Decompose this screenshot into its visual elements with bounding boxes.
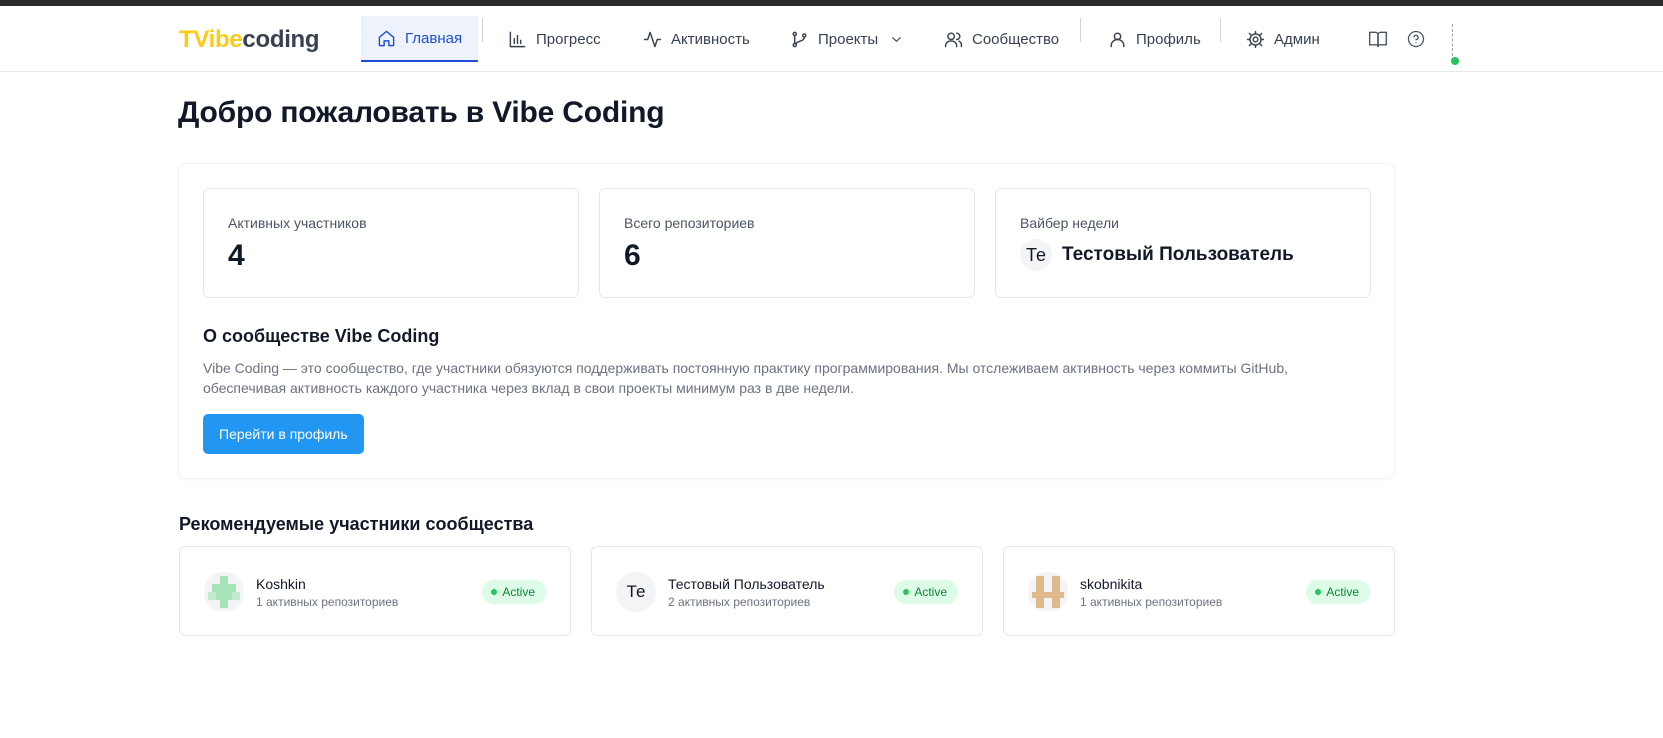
help-button[interactable] (1404, 27, 1428, 51)
chevron-down-icon (892, 36, 902, 42)
about-title: О сообществе Vibe Coding (203, 326, 440, 346)
nav-community[interactable]: Сообщество (928, 16, 1075, 62)
nav-community-label: Сообщество (972, 30, 1060, 48)
member-card[interactable]: Те Тестовый Пользователь 2 активных репо… (591, 546, 983, 636)
nav-profile-label: Профиль (1136, 30, 1201, 48)
member-name: Тестовый Пользователь (668, 576, 825, 592)
status-badge: Active (482, 580, 546, 604)
nav-projects-label: Проекты (818, 30, 879, 48)
status-badge: Active (894, 580, 958, 604)
nav-divider (1080, 18, 1081, 42)
page-title: Добро пожаловать в Vibe Coding (178, 96, 665, 129)
identicon-tan-icon (1028, 572, 1068, 612)
avatar (1028, 572, 1068, 612)
settings-icon (1246, 30, 1265, 48)
avatar (204, 572, 244, 612)
go-to-profile-button[interactable]: Перейти в профиль (203, 414, 364, 454)
stat-label: Активных участников (228, 215, 367, 231)
nav-admin[interactable]: Админ (1230, 16, 1336, 62)
stat-label: Всего репозиториев (624, 215, 755, 231)
online-status-dot (1451, 57, 1459, 65)
member-name: Koshkin (256, 576, 306, 592)
member-repos: 1 активных репозиториев (1080, 595, 1223, 609)
nav-progress-label: Прогресс (536, 30, 601, 48)
site-logo[interactable]: TVibecoding (179, 26, 320, 54)
logo-part-1: TVibe (179, 26, 243, 53)
member-card[interactable]: skobnikita 1 активных репозиториев Activ… (1003, 546, 1395, 636)
status-indicator-line (1452, 24, 1453, 56)
book-icon (1368, 31, 1388, 48)
nav-activity[interactable]: Активность (627, 16, 766, 62)
avatar: Те (616, 572, 656, 612)
avatar: Те (1020, 239, 1052, 271)
home-icon (378, 30, 395, 46)
about-text: Vibe Coding — это сообщество, где участн… (203, 360, 1288, 396)
stat-total-repos: Всего репозиториев 6 (599, 188, 975, 298)
stat-label: Вайбер недели (1020, 215, 1119, 231)
nav-admin-label: Админ (1274, 30, 1320, 48)
logo-part-2: coding (242, 26, 320, 53)
nav-projects[interactable]: Проекты (774, 16, 920, 62)
nav-home-label: Главная (405, 29, 463, 47)
top-navbar: TVibecoding Главная Прогресс Активность … (0, 6, 1663, 72)
viber-of-week-user[interactable]: Те Тестовый Пользователь (1020, 239, 1294, 271)
nav-profile[interactable]: Профиль (1092, 16, 1217, 62)
git-branch-icon (792, 31, 807, 47)
stat-value: 4 (228, 239, 245, 272)
user-icon (1110, 31, 1125, 47)
nav-divider (482, 18, 483, 42)
users-icon (944, 31, 963, 47)
member-repos: 1 активных репозиториев (256, 595, 399, 609)
welcome-card: Активных участников 4 Всего репозиториев… (178, 163, 1395, 479)
identicon-green-icon (204, 572, 244, 612)
member-repos: 2 активных репозиториев (668, 595, 811, 609)
member-card[interactable]: Koshkin 1 активных репозиториев Active (179, 546, 571, 636)
status-badge: Active (1306, 580, 1370, 604)
nav-home[interactable]: Главная (361, 16, 479, 62)
stat-value: 6 (624, 239, 641, 272)
member-name: skobnikita (1080, 576, 1143, 592)
activity-icon (643, 31, 662, 47)
bar-chart-icon (509, 31, 526, 47)
help-circle-icon (1407, 30, 1425, 48)
viber-name: Тестовый Пользователь (1062, 244, 1294, 265)
docs-button[interactable] (1366, 27, 1390, 51)
stat-viber-of-week: Вайбер недели Те Тестовый Пользователь (995, 188, 1371, 298)
nav-progress[interactable]: Прогресс (492, 16, 617, 62)
recommended-members-title: Рекомендуемые участники сообщества (179, 514, 534, 534)
stat-active-members: Активных участников 4 (203, 188, 579, 298)
nav-activity-label: Активность (671, 30, 750, 48)
nav-divider (1220, 18, 1221, 42)
